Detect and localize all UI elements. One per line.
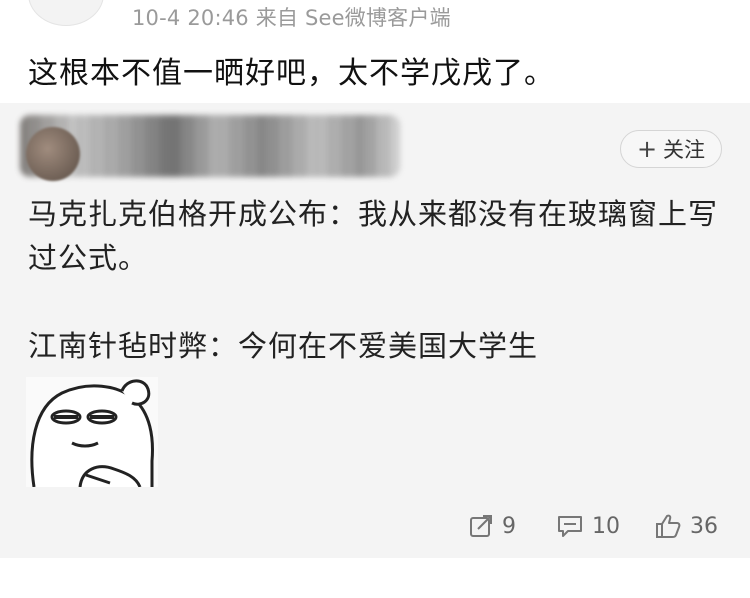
post-text: 这根本不值一晒好吧，太不学戊戌了。 [28, 56, 555, 91]
follow-label: 关注 [663, 138, 706, 162]
repost-action[interactable]: 9 [468, 511, 516, 541]
comment-icon [556, 513, 584, 539]
plus-icon: + [636, 135, 658, 163]
redacted-avatar [26, 127, 80, 181]
repost-count: 9 [502, 513, 516, 539]
like-action[interactable]: 36 [654, 511, 718, 541]
smug-face-sticker[interactable] [26, 377, 158, 488]
comment-count: 10 [592, 513, 620, 539]
comment-action[interactable]: 10 [556, 511, 620, 541]
repost-icon [468, 513, 494, 539]
author-avatar[interactable] [28, 0, 104, 26]
follow-button[interactable]: + 关注 [620, 130, 722, 168]
like-count: 36 [690, 513, 718, 539]
repost-comment-1: 马克扎克伯格开成公布：我从来都没有在玻璃窗上写过公式。 [28, 197, 719, 275]
repost-comment-2: 江南针毡时弊：今何在不爱美国大学生 [28, 329, 539, 363]
like-icon [654, 513, 682, 539]
post-meta: 10-4 20:46 来自 See微博客户端 [132, 6, 451, 30]
reposted-card[interactable]: + 关注 马克扎克伯格开成公布：我从来都没有在玻璃窗上写过公式。 江南针毡时弊：… [0, 103, 750, 558]
